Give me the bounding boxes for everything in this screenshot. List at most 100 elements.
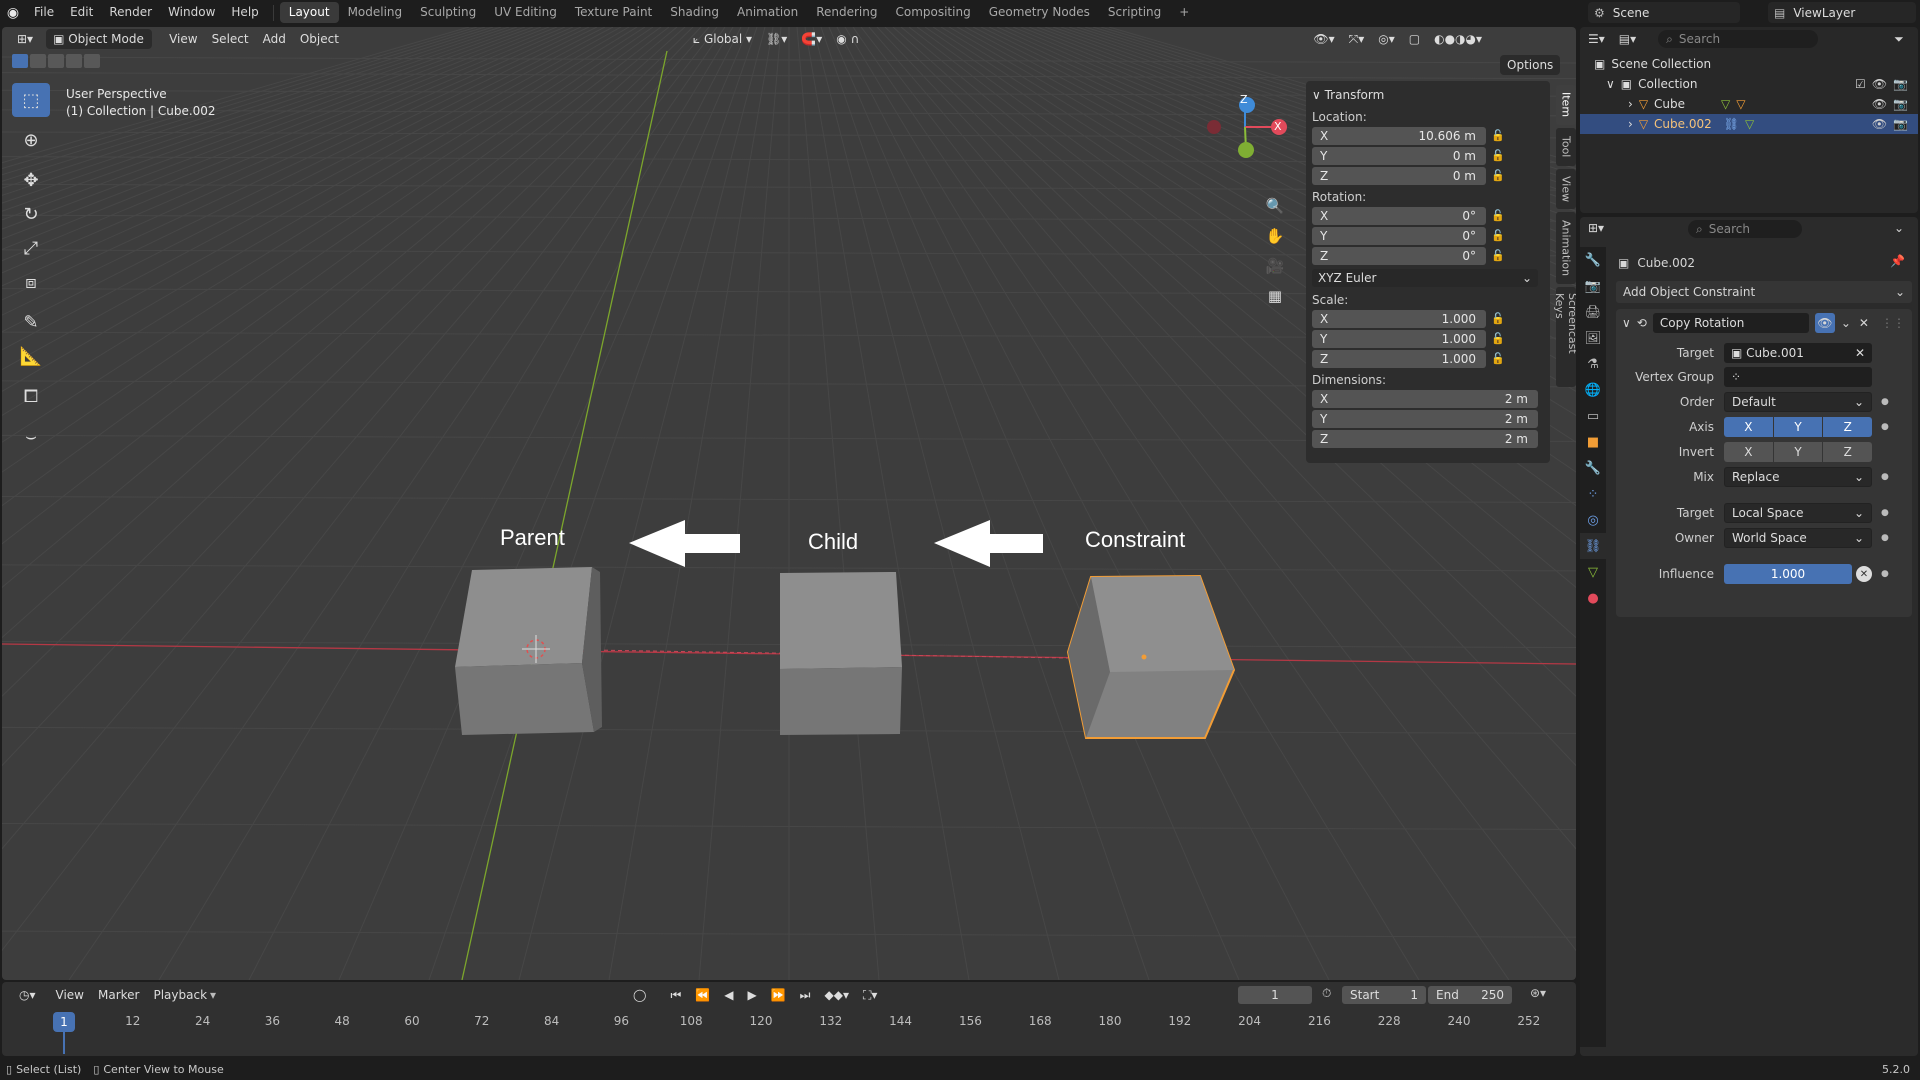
gizmo-toggle-icon[interactable]: ⤧▾ [1342,29,1372,49]
child-cube[interactable] [780,572,902,735]
target-field[interactable]: ▣ Cube.001 ✕ [1724,343,1872,363]
rotate-icon[interactable]: ↻ [12,197,50,231]
axis-z-toggle[interactable]: Z [1823,417,1873,437]
rotation-mode-select[interactable]: XYZ Euler ⌄ [1312,269,1538,287]
clear-icon[interactable]: ✕ [1855,346,1865,360]
lock-icon[interactable]: 🔓 [1486,209,1510,222]
keying-icon[interactable]: ◆◆▾ [817,985,855,1005]
outliner-editor-type-icon[interactable]: ☰▾ [1588,32,1605,46]
invert-y-toggle[interactable]: Y [1773,442,1823,462]
data-tab-icon[interactable]: ▽ [1580,559,1606,585]
order-select[interactable]: Default ⌄ [1724,392,1872,412]
scale-icon[interactable]: ⤢ [12,231,50,265]
camera-icon[interactable]: 🎥 [1262,253,1288,279]
lock-icon[interactable]: 🔓 [1486,129,1510,142]
current-frame-field[interactable]: 1 [1238,986,1312,1004]
timeline-editor[interactable]: ◷▾ View Marker Playback ▾ ◯ ⏮ ⏪ ◀ ▶ ⏩ ⏭ … [2,982,1576,1056]
select-intersect-icon[interactable] [84,54,100,68]
lock-icon[interactable]: 🔓 [1486,169,1510,182]
camera-render-icon[interactable]: 📷 [1893,77,1908,91]
render-tab-icon[interactable]: 📷 [1580,273,1606,299]
object-tab-icon[interactable]: ■ [1580,429,1606,455]
tab-tool[interactable]: Tool [1556,128,1576,166]
outliner-item-cube[interactable]: › ▽ Cube ▽ ▽ 👁 📷 [1580,94,1918,114]
keyframe-dot-icon[interactable]: ● [1881,533,1889,543]
pin-icon[interactable]: 📌 [1890,254,1905,268]
menu-file[interactable]: File [26,0,62,25]
keyframe-dot-icon[interactable]: ● [1881,569,1889,579]
proportional-edit-icon[interactable]: ◉ ∩ [829,29,866,49]
eye-icon[interactable]: 👁 [1872,97,1887,111]
vertex-group-field[interactable]: ⁘ [1724,367,1872,387]
scene-collection-row[interactable]: ▣ Scene Collection [1580,54,1918,74]
tool-tab-icon[interactable]: 🔧 [1580,247,1606,273]
parent-cube[interactable] [455,567,602,735]
view-layer-tab-icon[interactable]: 🖼 [1580,325,1606,351]
annotate-icon[interactable]: ✎ [12,305,50,339]
snap-icon[interactable]: 🧲▾ [794,29,829,49]
target-space-select[interactable]: Local Space ⌄ [1724,503,1872,523]
3d-viewport[interactable]: ⊞▾ ▣ Object Mode View Select Add Object … [2,27,1576,980]
lock-icon[interactable]: 🔓 [1486,332,1510,345]
material-tab-icon[interactable]: ● [1580,585,1606,611]
modifier-tab-icon[interactable]: 🔧 [1580,455,1606,481]
dimensions-x-field[interactable]: X2 m [1312,389,1538,408]
collection-row[interactable]: ∨ ▣ Collection ☑ 👁 📷 [1580,74,1918,94]
lock-icon[interactable]: 🔓 [1486,229,1510,242]
play-reverse-icon[interactable]: ◀ [717,985,740,1005]
rotation-x-field[interactable]: X 0° [1312,206,1486,225]
move-icon[interactable]: ✥ [12,163,50,197]
outliner-item-cube-002[interactable]: › ▽ Cube.002 ⛓ ▽ 👁 📷 [1580,114,1918,134]
editor-type-icon[interactable]: ⊞▾ [10,29,40,49]
timeline-menu-playback[interactable]: Playback [146,985,214,1005]
pan-hand-icon[interactable]: ✋ [1262,223,1288,249]
eye-icon[interactable]: 👁 [1872,77,1887,91]
transform-icon[interactable]: ⧈ [12,265,50,299]
location-x-field[interactable]: X 10.606 m [1312,126,1486,145]
axis-y-toggle[interactable]: Y [1773,417,1823,437]
add-constraint-dropdown[interactable]: Add Object Constraint ⌄ [1616,281,1912,303]
keyframe-dot-icon[interactable]: ● [1881,397,1889,407]
view-layer-selector[interactable]: ▤ ViewLayer [1768,2,1916,23]
tab-uv-editing[interactable]: UV Editing [485,2,566,23]
timeline-editor-type-icon[interactable]: ◷▾ [12,985,43,1005]
scale-x-field[interactable]: X 1.000 [1312,309,1486,328]
play-icon[interactable]: ▶ [740,985,763,1005]
playhead[interactable]: 1 [53,1012,75,1032]
properties-editor-type-icon[interactable]: ⊞▾ [1588,221,1604,235]
tab-view[interactable]: View [1556,169,1576,209]
chevron-down-icon[interactable]: ⌄ [1894,221,1904,235]
curve-icon[interactable]: ⌣ [12,419,50,453]
menu-view[interactable]: View [162,29,204,49]
outliner-search-input[interactable]: ⌕ Search [1658,30,1819,48]
select-box-icon[interactable]: ⬚ [12,83,50,117]
select-invert-icon[interactable] [66,54,82,68]
frame-ruler[interactable] [2,1012,1576,1032]
timeline-menu-marker[interactable]: Marker [91,985,146,1005]
tab-layout[interactable]: Layout [279,2,339,23]
grid-view-icon[interactable]: ▦ [1262,283,1288,309]
jump-start-icon[interactable]: ⏮ [663,985,688,1005]
display-mode-icon[interactable]: ▤▾ [1619,32,1636,46]
chevron-down-icon[interactable]: ∨ [1622,316,1631,330]
keyframe-dot-icon[interactable]: ● [1881,422,1889,432]
constraint-name-field[interactable]: Copy Rotation [1652,313,1809,333]
filter-icon[interactable]: ⏷ [1894,32,1904,47]
scale-z-field[interactable]: Z 1.000 [1312,349,1486,368]
eye-icon[interactable]: 👁 [1872,117,1887,131]
measure-icon[interactable]: 📐 [12,339,50,373]
tab-sculpting[interactable]: Sculpting [411,2,485,23]
invert-x-toggle[interactable]: X [1724,442,1773,462]
particles-tab-icon[interactable]: ⁘ [1580,481,1606,507]
timeline-menu-view[interactable]: View [49,985,91,1005]
blender-logo-icon[interactable]: ◉ [0,0,26,25]
menu-object[interactable]: Object [293,29,346,49]
output-tab-icon[interactable]: 🖨 [1580,299,1606,325]
axis-x-toggle[interactable]: X [1724,417,1773,437]
mode-selector[interactable]: ▣ Object Mode [46,29,153,49]
select-extend-icon[interactable] [30,54,46,68]
menu-select[interactable]: Select [205,29,256,49]
close-icon[interactable]: ✕ [1859,316,1869,330]
properties-search-input[interactable]: ⌕ Search [1688,220,1802,238]
mix-select[interactable]: Replace ⌄ [1724,467,1872,487]
